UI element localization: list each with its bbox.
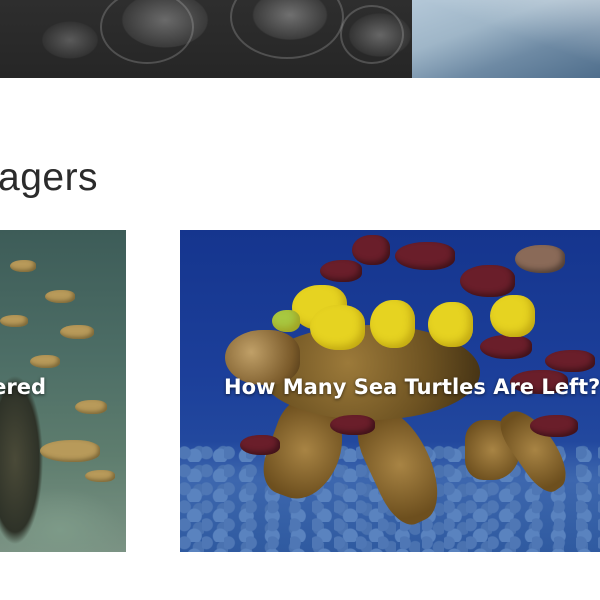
banner-image-jellyfish: [0, 0, 412, 78]
yellow-tang-image: [490, 295, 535, 337]
fish-image: [352, 235, 390, 265]
fish-image: [0, 315, 28, 327]
yellow-tang-image: [370, 300, 415, 348]
fish-image: [85, 470, 115, 482]
yellow-tang-image: [428, 302, 473, 347]
fish-image: [330, 415, 375, 435]
fish-image: [460, 265, 515, 297]
fish-image: [395, 242, 455, 270]
fish-image: [75, 400, 107, 414]
fish-image: [545, 350, 595, 372]
article-card-sea-turtles[interactable]: How Many Sea Turtles Are Left?: [180, 230, 600, 552]
fish-image: [530, 415, 578, 437]
fish-image: [40, 440, 100, 462]
fish-image: [480, 335, 532, 359]
fish-image: [515, 245, 565, 273]
banner-image-ice: [412, 0, 600, 78]
fish-image: [10, 260, 36, 272]
card-title[interactable]: How Many Sea Turtles Are Left?: [224, 375, 600, 399]
article-card-endangered[interactable]: angered: [0, 230, 126, 552]
fish-image: [60, 325, 94, 339]
jellyfish-shape: [230, 0, 344, 59]
fish-image: [320, 260, 362, 282]
card-title[interactable]: angered: [0, 375, 46, 399]
jellyfish-shape: [340, 5, 404, 64]
yellow-tang-image: [272, 310, 300, 332]
fish-image: [240, 435, 280, 455]
section-title: agers: [0, 156, 99, 199]
jellyfish-shape: [100, 0, 194, 64]
fish-image: [45, 290, 75, 303]
fish-image: [30, 355, 60, 368]
yellow-tang-image: [310, 305, 365, 350]
